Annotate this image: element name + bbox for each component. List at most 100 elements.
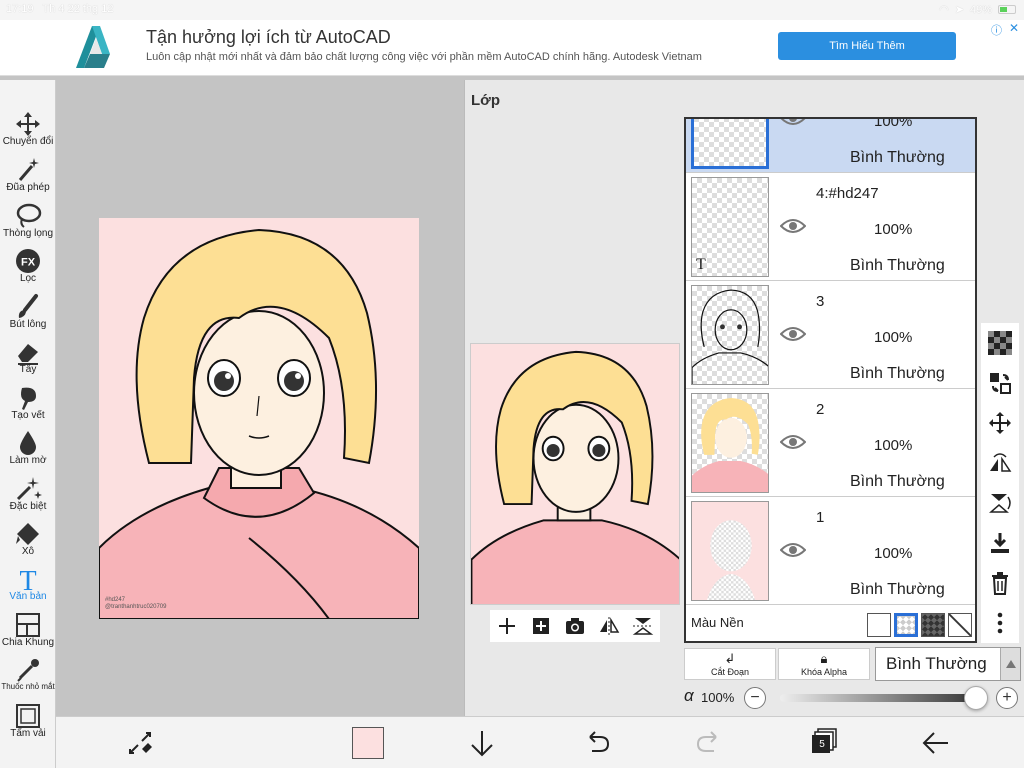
- tool-palette: Chuyển đổi Đũa phép Thòng lọng FX Lọc Bú…: [0, 80, 56, 768]
- ad-subtitle[interactable]: Luôn cập nhật mới nhất và đảm bảo chất l…: [146, 51, 702, 63]
- flip-layer-vertical-icon[interactable]: [988, 491, 1012, 515]
- add-layer-copy-button[interactable]: [529, 614, 553, 638]
- location-icon: ➤: [954, 4, 964, 16]
- eye-icon[interactable]: [780, 117, 806, 127]
- background-dark-swatch[interactable]: [921, 613, 945, 637]
- ad-title[interactable]: Tận hưởng lợi ích từ AutoCAD: [146, 27, 391, 48]
- opacity-decrease-button[interactable]: −: [744, 687, 766, 709]
- layer-row-3[interactable]: 3 100% Bình Thường: [686, 281, 975, 389]
- back-arrow-icon[interactable]: [920, 727, 952, 759]
- layer-count-badge: 5: [819, 739, 825, 750]
- more-options-icon[interactable]: [988, 611, 1012, 635]
- move-layer-icon[interactable]: [988, 411, 1012, 435]
- layer-row-2[interactable]: 2 100% Bình Thường: [686, 389, 975, 497]
- magic-wand-icon: [18, 158, 39, 181]
- checkerboard-icon[interactable]: [988, 331, 1012, 355]
- eye-icon[interactable]: [780, 541, 806, 559]
- layer-row-4[interactable]: T 4:#hd247 100% Bình Thường: [686, 173, 975, 281]
- background-white-swatch[interactable]: [867, 613, 891, 637]
- opacity-value: 100%: [701, 690, 735, 705]
- layer-list[interactable]: 100% Bình Thường T 4:#hd247 100% Bình Th…: [684, 117, 977, 643]
- layer-opacity: 100%: [874, 545, 913, 562]
- tool-smudge[interactable]: Tạo vết: [0, 384, 56, 428]
- merge-down-icon[interactable]: [988, 531, 1012, 555]
- flip-layer-horizontal-icon[interactable]: [988, 451, 1012, 475]
- artwork-signature-line1: #hd247: [105, 597, 126, 603]
- lineart-thumbnail: [692, 289, 768, 384]
- current-color-swatch[interactable]: [352, 727, 384, 759]
- layer-thumbnail: [691, 119, 769, 169]
- special-icon: [16, 477, 42, 501]
- trash-icon[interactable]: [988, 571, 1012, 595]
- transform-tools-icon[interactable]: [124, 727, 156, 759]
- redo-icon[interactable]: [694, 727, 726, 759]
- opacity-slider-handle[interactable]: [964, 686, 988, 710]
- brush-icon: [18, 294, 38, 318]
- layer-blend-mode: Bình Thường: [850, 581, 945, 598]
- tool-frame-divider[interactable]: Chia Khung: [0, 611, 56, 655]
- tool-canvas[interactable]: Tấm vải: [0, 702, 56, 746]
- drawing-canvas-area[interactable]: #hd247 @tranthanhtruc020709: [56, 80, 464, 716]
- bottom-toolbar: 5: [56, 716, 1024, 768]
- tool-lasso[interactable]: Thòng lọng: [0, 202, 56, 246]
- eye-icon[interactable]: [780, 325, 806, 343]
- tool-magic-wand[interactable]: Đũa phép: [0, 156, 56, 200]
- add-layer-button[interactable]: [495, 614, 519, 638]
- flip-vertical-button[interactable]: [631, 614, 655, 638]
- battery-level: 49%: [969, 3, 992, 16]
- layer-opacity: 100%: [874, 117, 913, 130]
- add-square-icon: [533, 618, 549, 634]
- opacity-slider[interactable]: [780, 694, 980, 702]
- opacity-increase-button[interactable]: +: [996, 687, 1018, 709]
- layer-row-1[interactable]: 1 100% Bình Thường: [686, 497, 975, 605]
- tool-text[interactable]: T Văn bản: [0, 565, 56, 609]
- artwork-canvas[interactable]: #hd247 @tranthanhtruc020709: [99, 218, 419, 619]
- tool-blur[interactable]: Làm mờ: [0, 429, 56, 473]
- layer-thumbnail: [691, 501, 769, 601]
- undo-icon[interactable]: [580, 727, 612, 759]
- layer-name: 2: [816, 401, 825, 418]
- tool-bucket[interactable]: Xô: [0, 520, 56, 564]
- blend-mode-select[interactable]: Bình Thường: [875, 647, 1021, 681]
- tool-eraser[interactable]: Tẩy: [0, 338, 56, 382]
- alpha-symbol: α: [684, 686, 694, 705]
- camera-icon: [566, 618, 584, 634]
- ad-info-icon[interactable]: ⓘ: [991, 22, 1002, 38]
- status-date: Th 4 22 thg 12: [42, 3, 114, 15]
- preview-illustration: [471, 350, 679, 604]
- clipping-button[interactable]: ↲ Cắt Đoạn: [684, 648, 776, 680]
- ad-banner[interactable]: Tận hưởng lợi ích từ AutoCAD Luôn cập nh…: [0, 20, 1024, 76]
- background-transparent-swatch[interactable]: [894, 613, 918, 637]
- layer-row-selected[interactable]: 100% Bình Thường: [686, 117, 975, 173]
- eye-icon[interactable]: [780, 433, 806, 451]
- layer-thumbnail: T: [691, 177, 769, 277]
- eye-icon[interactable]: [780, 217, 806, 235]
- background-color-label: Màu Nền: [691, 615, 744, 630]
- layer-blend-mode: Bình Thường: [850, 473, 945, 490]
- ad-learn-more-button[interactable]: Tìm Hiểu Thêm: [778, 32, 956, 60]
- layers-button[interactable]: 5: [810, 727, 838, 755]
- dropdown-arrow-icon: [1000, 648, 1020, 680]
- move-icon: [16, 112, 40, 136]
- tool-special[interactable]: Đặc biệt: [0, 475, 56, 519]
- frame-divider-icon: [16, 613, 40, 637]
- layer-panel-title: Lớp: [471, 92, 500, 109]
- tool-transform[interactable]: Chuyển đổi: [0, 110, 56, 154]
- swap-icon[interactable]: [988, 371, 1012, 395]
- status-bar: 17:19 Th 4 22 thg 12 ◠ ➤ 49%: [0, 0, 1024, 20]
- tool-brush[interactable]: Bút lông: [0, 293, 56, 337]
- text-layer-marker: T: [696, 256, 706, 273]
- tool-eyedropper[interactable]: Thuốc nhỏ mắt: [0, 656, 56, 700]
- artwork-illustration: #hd247 @tranthanhtruc020709: [99, 228, 419, 619]
- flip-horizontal-button[interactable]: [597, 614, 621, 638]
- layer-blend-mode: Bình Thường: [850, 257, 945, 274]
- ad-close-icon[interactable]: ✕: [1009, 21, 1019, 35]
- blur-icon: [20, 431, 36, 455]
- arrow-down-icon[interactable]: [466, 727, 498, 759]
- canvas-preview[interactable]: [470, 343, 680, 605]
- camera-button[interactable]: [563, 614, 587, 638]
- tool-filter[interactable]: FX Lọc: [0, 247, 56, 291]
- background-none-swatch[interactable]: [948, 613, 972, 637]
- opacity-row: α 100% − +: [684, 685, 1021, 711]
- alpha-lock-button[interactable]: 🔒︎ Khóa Alpha: [778, 648, 870, 680]
